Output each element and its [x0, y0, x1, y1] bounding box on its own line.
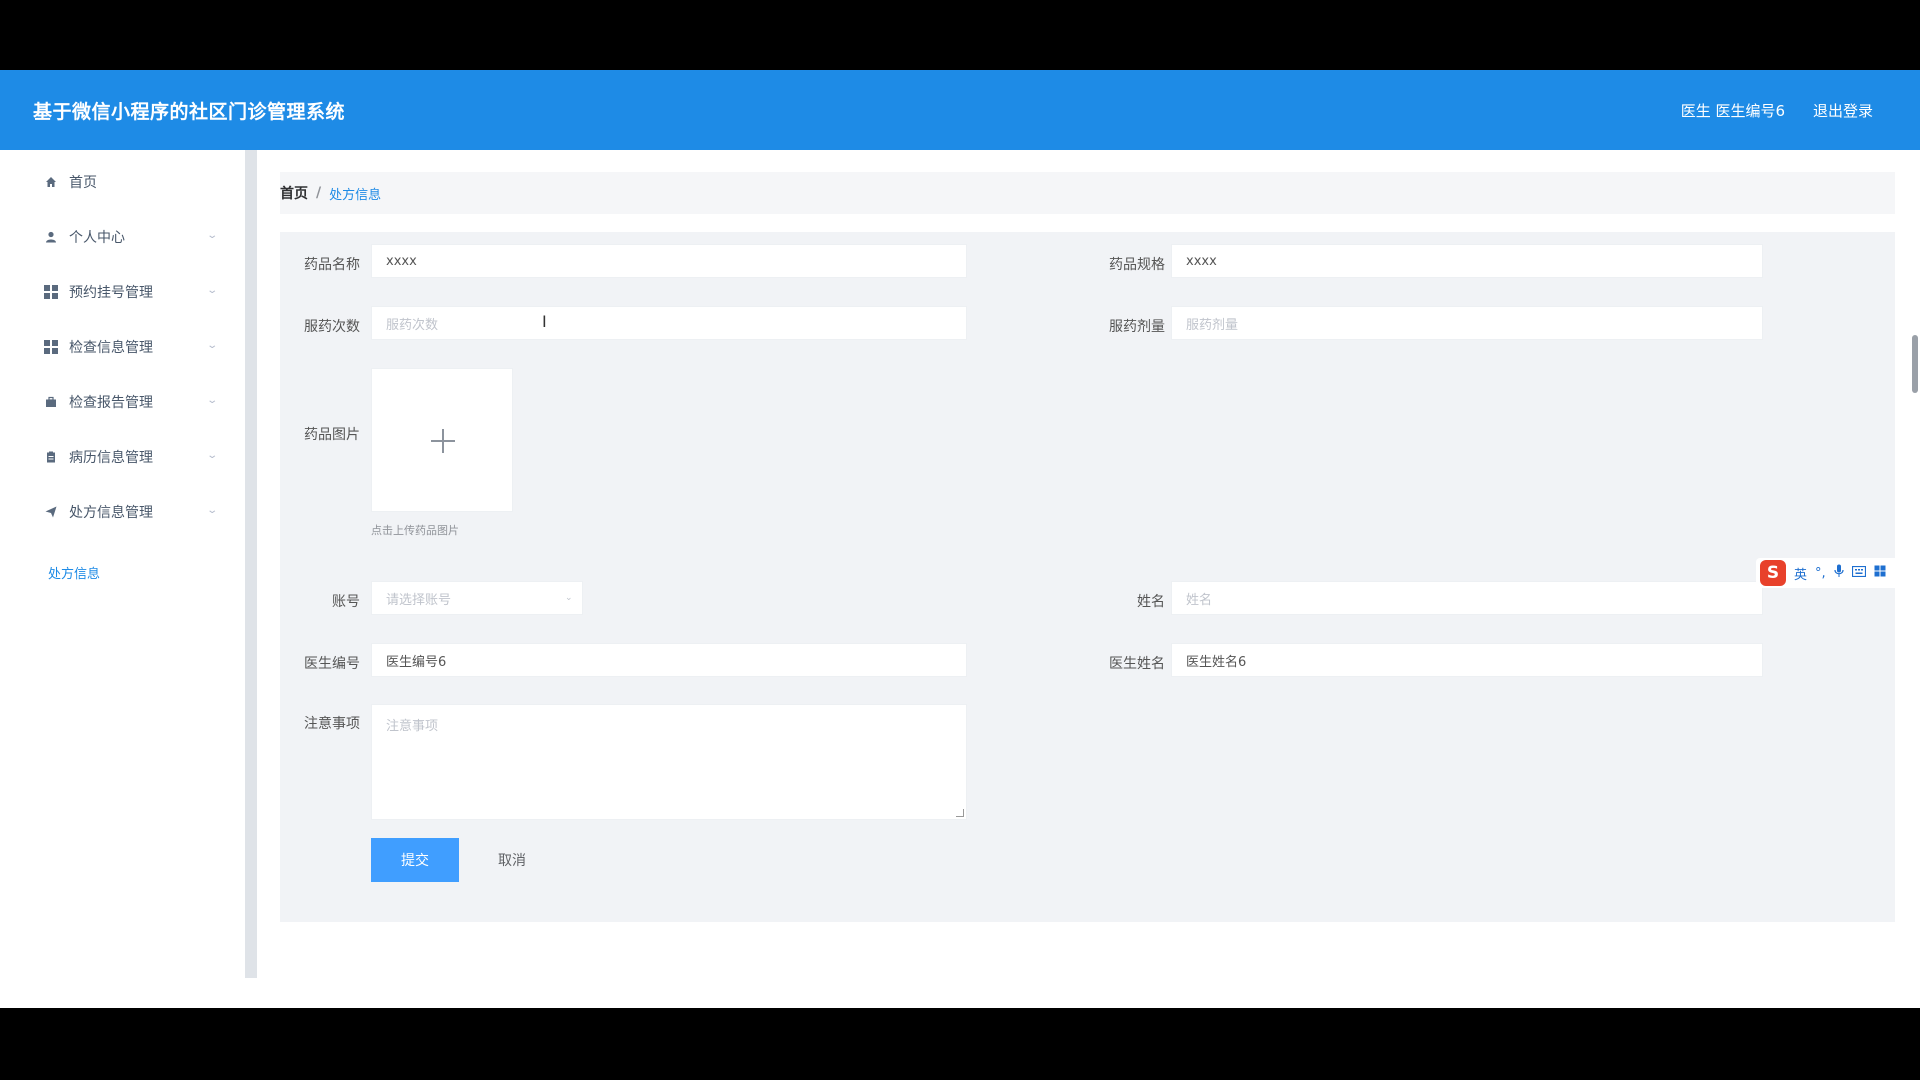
drug-spec-input[interactable]: xxxx [1171, 244, 1763, 278]
chevron-down-icon: ⌄ [565, 593, 573, 603]
user-icon [44, 230, 58, 244]
notes-placeholder: 注意事项 [386, 719, 439, 734]
sidebar-item-label: 检查报告管理 [69, 395, 153, 411]
doctor-name-label: 医生姓名 [1109, 656, 1165, 672]
breadcrumb-separator: / [316, 185, 322, 201]
submit-button[interactable]: 提交 [371, 838, 459, 882]
name-label: 姓名 [1137, 594, 1165, 610]
sidebar-item-label: 检查信息管理 [69, 340, 153, 356]
sidebar-item-appointment[interactable]: 预约挂号管理 ⌄ [0, 272, 230, 312]
chevron-down-icon: ⌄ [205, 450, 218, 461]
dose-amount-input[interactable]: 服药剂量 [1171, 306, 1763, 340]
grid-menu-icon[interactable] [1874, 565, 1886, 581]
keyboard-icon[interactable] [1851, 565, 1866, 581]
sidebar-subitem-prescription-info[interactable]: 处方信息 [48, 563, 100, 582]
sidebar-item-label: 处方信息管理 [69, 505, 153, 521]
account-label: 账号 [332, 594, 360, 610]
cancel-button[interactable]: 取消 [468, 838, 556, 882]
logout-link[interactable]: 退出登录 [1813, 100, 1873, 121]
sidebar-item-home[interactable]: 首页 [0, 162, 230, 202]
doctor-id-label: 医生编号 [304, 656, 360, 672]
ime-language-toggle[interactable]: 英 [1794, 564, 1807, 583]
briefcase-icon [44, 395, 58, 409]
home-icon [44, 175, 58, 189]
sidebar-item-prescription[interactable]: 处方信息管理 ⌄ [0, 492, 230, 532]
app-window: 基于微信小程序的社区门诊管理系统 医生 医生编号6 退出登录 首页 个人中心 ⌄… [0, 70, 1920, 1008]
name-input[interactable]: 姓名 [1171, 581, 1763, 615]
page-scrollbar[interactable] [1912, 335, 1918, 393]
sidebar-item-medical-record[interactable]: 病历信息管理 ⌄ [0, 437, 230, 477]
clipboard-icon [44, 450, 58, 464]
text-cursor-icon: I [542, 312, 547, 331]
plus-icon-vertical [442, 429, 444, 453]
sidebar-item-exam-report[interactable]: 检查报告管理 ⌄ [0, 382, 230, 422]
grid-icon [44, 340, 58, 354]
dose-times-input[interactable]: 服药次数 [371, 306, 967, 340]
breadcrumb-home[interactable]: 首页 [280, 183, 308, 203]
drug-image-label: 药品图片 [304, 427, 360, 443]
sidebar-scrollbar[interactable] [245, 150, 257, 978]
ime-logo-icon: S [1760, 560, 1786, 586]
chevron-down-icon: ⌄ [205, 395, 218, 406]
chevron-down-icon: ⌄ [205, 340, 218, 351]
microphone-icon[interactable] [1834, 564, 1844, 582]
doctor-name-input[interactable]: 医生姓名6 [1171, 643, 1763, 677]
prescription-form: 药品名称 xxxx 药品规格 xxxx 服药次数 服药次数 I 服药剂量 服药剂… [280, 232, 1895, 922]
ime-punctuation-toggle[interactable]: °, [1815, 566, 1826, 581]
doctor-id-input[interactable]: 医生编号6 [371, 643, 967, 677]
send-icon [44, 505, 58, 519]
drug-spec-label: 药品规格 [1109, 257, 1165, 273]
resize-handle-icon[interactable] [956, 809, 964, 817]
breadcrumb: 首页 / 处方信息 [280, 172, 1895, 214]
image-upload-box[interactable] [371, 368, 513, 512]
breadcrumb-current: 处方信息 [329, 187, 382, 203]
dose-amount-label: 服药剂量 [1109, 319, 1165, 335]
grid-icon [44, 285, 58, 299]
upload-tip: 点击上传药品图片 [371, 524, 459, 537]
sidebar-item-exam-info[interactable]: 检查信息管理 ⌄ [0, 327, 230, 367]
sidebar: 首页 个人中心 ⌄ 预约挂号管理 ⌄ 检查信息管理 ⌄ 检查报告管理 ⌄ 病历信… [0, 150, 245, 978]
account-select[interactable]: 请选择账号 [371, 581, 583, 615]
chevron-down-icon: ⌄ [205, 230, 218, 241]
drug-name-label: 药品名称 [304, 257, 360, 273]
main-content: 首页 / 处方信息 药品名称 xxxx 药品规格 xxxx 服药次数 服药次数 … [257, 150, 1920, 1008]
sidebar-item-label: 首页 [69, 175, 97, 191]
notes-label: 注意事项 [304, 716, 360, 732]
notes-textarea[interactable]: 注意事项 [371, 704, 967, 820]
chevron-down-icon: ⌄ [205, 285, 218, 296]
sidebar-item-personal-center[interactable]: 个人中心 ⌄ [0, 217, 230, 257]
drug-name-input[interactable]: xxxx [371, 244, 967, 278]
chevron-up-icon: ⌄ [205, 505, 218, 516]
sidebar-item-label: 个人中心 [69, 230, 125, 246]
top-header: 基于微信小程序的社区门诊管理系统 医生 医生编号6 退出登录 [0, 70, 1920, 150]
sidebar-item-label: 病历信息管理 [69, 450, 153, 466]
sidebar-item-label: 预约挂号管理 [69, 285, 153, 301]
user-info: 医生 医生编号6 [1680, 102, 1785, 120]
ime-toolbar[interactable]: S 英 °, [1756, 558, 1916, 588]
app-title: 基于微信小程序的社区门诊管理系统 [33, 101, 346, 123]
dose-times-label: 服药次数 [304, 319, 360, 335]
